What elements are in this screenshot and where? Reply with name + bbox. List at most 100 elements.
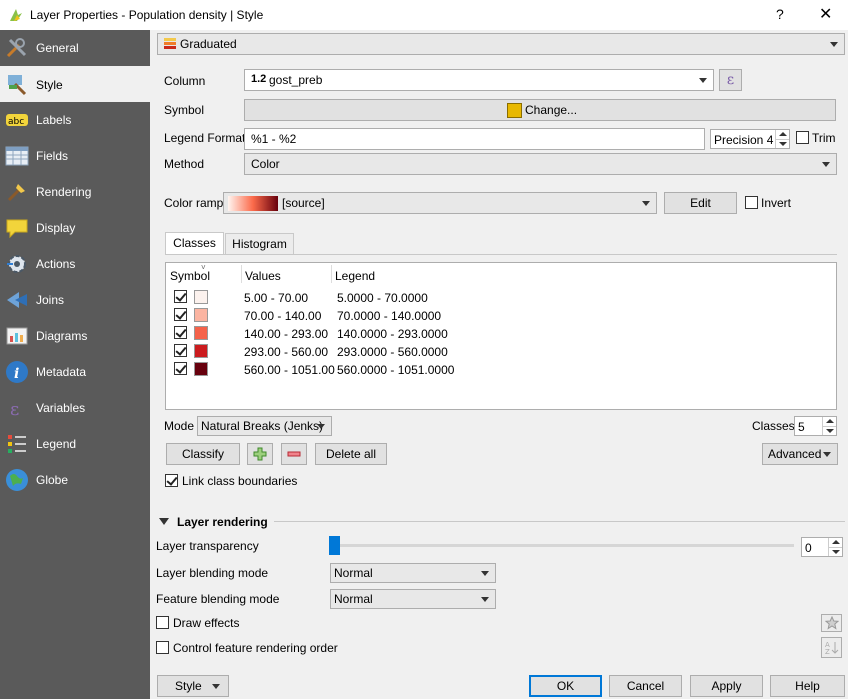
expression-button[interactable]: ε <box>719 69 742 91</box>
class-values[interactable]: 293.00 - 560.00 <box>244 345 328 359</box>
ok-button[interactable]: OK <box>529 675 602 697</box>
class-visible-checkbox[interactable] <box>174 326 187 339</box>
tab-histogram[interactable]: Histogram <box>225 233 294 255</box>
class-values[interactable]: 70.00 - 140.00 <box>244 309 321 323</box>
sidebar-item-labels[interactable]: abc Labels <box>0 102 150 138</box>
gear-icon <box>7 255 26 273</box>
edit-ramp-button[interactable]: Edit <box>664 192 737 214</box>
class-legend[interactable]: 560.0000 - 1051.0000 <box>337 363 454 377</box>
sidebar-item-rendering[interactable]: Rendering <box>0 174 150 210</box>
chevron-down-icon <box>481 597 489 602</box>
spin-down-icon[interactable] <box>822 426 836 435</box>
invert-checkbox[interactable] <box>745 196 758 209</box>
sidebar-item-legend[interactable]: Legend <box>0 426 150 462</box>
sidebar-item-label: Labels <box>36 113 72 127</box>
collapse-triangle-icon[interactable] <box>159 518 169 525</box>
spin-up-icon[interactable] <box>822 417 836 426</box>
legend-format-input[interactable]: %1 - %2 <box>244 128 705 150</box>
layer-rendering-header[interactable]: Layer rendering <box>177 515 268 529</box>
control-rendering-order-checkbox[interactable] <box>156 641 169 654</box>
classify-button[interactable]: Classify <box>166 443 240 465</box>
apply-button[interactable]: Apply <box>690 675 763 697</box>
mode-select[interactable]: Natural Breaks (Jenks) <box>197 416 332 436</box>
class-legend[interactable]: 5.0000 - 70.0000 <box>337 291 428 305</box>
table-row[interactable]: 560.00 - 1051.00 560.0000 - 1051.0000 <box>166 361 836 379</box>
class-values[interactable]: 140.00 - 293.00 <box>244 327 328 341</box>
class-symbol-swatch[interactable] <box>194 344 208 358</box>
table-row[interactable]: 70.00 - 140.00 70.0000 - 140.0000 <box>166 307 836 325</box>
class-symbol-swatch[interactable] <box>194 326 208 340</box>
transparency-spinbox[interactable]: 0 <box>801 537 843 557</box>
legend-icon <box>8 435 26 453</box>
mode-value: Natural Breaks (Jenks) <box>201 419 324 433</box>
header-divider <box>331 265 332 283</box>
class-visible-checkbox[interactable] <box>174 290 187 303</box>
transparency-slider-track[interactable] <box>336 544 794 547</box>
rendering-order-button[interactable]: A Z <box>821 637 842 658</box>
trim-checkbox[interactable] <box>796 131 809 144</box>
classes-table[interactable]: Symbol ˅ Values Legend 5.00 - 70.00 5.00… <box>165 262 837 410</box>
class-values[interactable]: 560.00 - 1051.00 <box>244 363 335 377</box>
sidebar-item-globe[interactable]: Globe <box>0 462 150 498</box>
column-header-legend[interactable]: Legend <box>335 269 375 283</box>
renderer-select[interactable]: Graduated <box>157 33 845 55</box>
sidebar-item-actions[interactable]: Actions <box>0 246 150 282</box>
transparency-slider-handle[interactable] <box>329 536 340 555</box>
sidebar-item-diagrams[interactable]: Diagrams <box>0 318 150 354</box>
sidebar-item-variables[interactable]: ε Variables <box>0 390 150 426</box>
help-title-button[interactable]: ? <box>776 6 784 22</box>
method-select[interactable]: Color <box>244 153 837 175</box>
class-visible-checkbox[interactable] <box>174 362 187 375</box>
table-row[interactable]: 293.00 - 560.00 293.0000 - 560.0000 <box>166 343 836 361</box>
class-symbol-swatch[interactable] <box>194 308 208 322</box>
cancel-button[interactable]: Cancel <box>609 675 682 697</box>
column-header-values[interactable]: Values <box>245 269 281 283</box>
sidebar-item-fields[interactable]: Fields <box>0 138 150 174</box>
class-legend[interactable]: 70.0000 - 140.0000 <box>337 309 441 323</box>
precision-spinbox[interactable]: Precision 4 <box>710 129 790 149</box>
sort-indicator-icon: ˅ <box>201 263 206 272</box>
class-values[interactable]: 5.00 - 70.00 <box>244 291 308 305</box>
class-legend[interactable]: 140.0000 - 293.0000 <box>337 327 448 341</box>
sidebar-item-joins[interactable]: Joins <box>0 282 150 318</box>
section-divider <box>274 521 845 522</box>
remove-class-button[interactable] <box>281 443 307 465</box>
class-symbol-swatch[interactable] <box>194 290 208 304</box>
layer-blending-select[interactable]: Normal <box>330 563 496 583</box>
table-row[interactable]: 5.00 - 70.00 5.0000 - 70.0000 <box>166 289 836 307</box>
window-title: Layer Properties - Population density | … <box>30 8 264 22</box>
help-button[interactable]: Help <box>770 675 845 697</box>
spin-up-icon[interactable] <box>828 538 842 547</box>
chevron-down-icon <box>830 42 838 47</box>
spin-down-icon[interactable] <box>775 139 789 148</box>
link-class-boundaries-checkbox[interactable] <box>165 474 178 487</box>
add-class-button[interactable] <box>247 443 273 465</box>
advanced-menu-button[interactable]: Advanced <box>762 443 838 465</box>
feature-blending-select[interactable]: Normal <box>330 589 496 609</box>
class-symbol-swatch[interactable] <box>194 362 208 376</box>
column-select[interactable]: 1.2 gost_preb <box>244 69 714 91</box>
sidebar-item-metadata[interactable]: i Metadata <box>0 354 150 390</box>
effects-settings-button[interactable] <box>821 614 842 632</box>
sidebar-item-general[interactable]: General <box>0 30 150 66</box>
class-visible-checkbox[interactable] <box>174 308 187 321</box>
class-visible-checkbox[interactable] <box>174 344 187 357</box>
title-bar: Layer Properties - Population density | … <box>0 0 848 30</box>
svg-text:i: i <box>14 366 19 382</box>
sidebar-item-style[interactable]: Style <box>0 66 150 102</box>
spin-up-icon[interactable] <box>775 130 789 139</box>
sidebar-item-display[interactable]: Display <box>0 210 150 246</box>
delete-all-button[interactable]: Delete all <box>315 443 387 465</box>
classes-count-spinbox[interactable]: 5 <box>794 416 837 436</box>
symbol-change-button[interactable]: Change... <box>244 99 836 121</box>
color-ramp-select[interactable]: [source] <box>223 192 657 214</box>
spin-down-icon[interactable] <box>828 547 842 556</box>
draw-effects-checkbox[interactable] <box>156 616 169 629</box>
style-menu-button[interactable]: Style <box>157 675 229 697</box>
table-row[interactable]: 140.00 - 293.00 140.0000 - 293.0000 <box>166 325 836 343</box>
method-label: Method <box>164 157 205 171</box>
tab-classes[interactable]: Classes <box>165 232 224 255</box>
close-window-button[interactable]: ✕ <box>819 4 832 24</box>
class-legend[interactable]: 293.0000 - 560.0000 <box>337 345 448 359</box>
field-type-badge: 1.2 <box>251 73 267 85</box>
